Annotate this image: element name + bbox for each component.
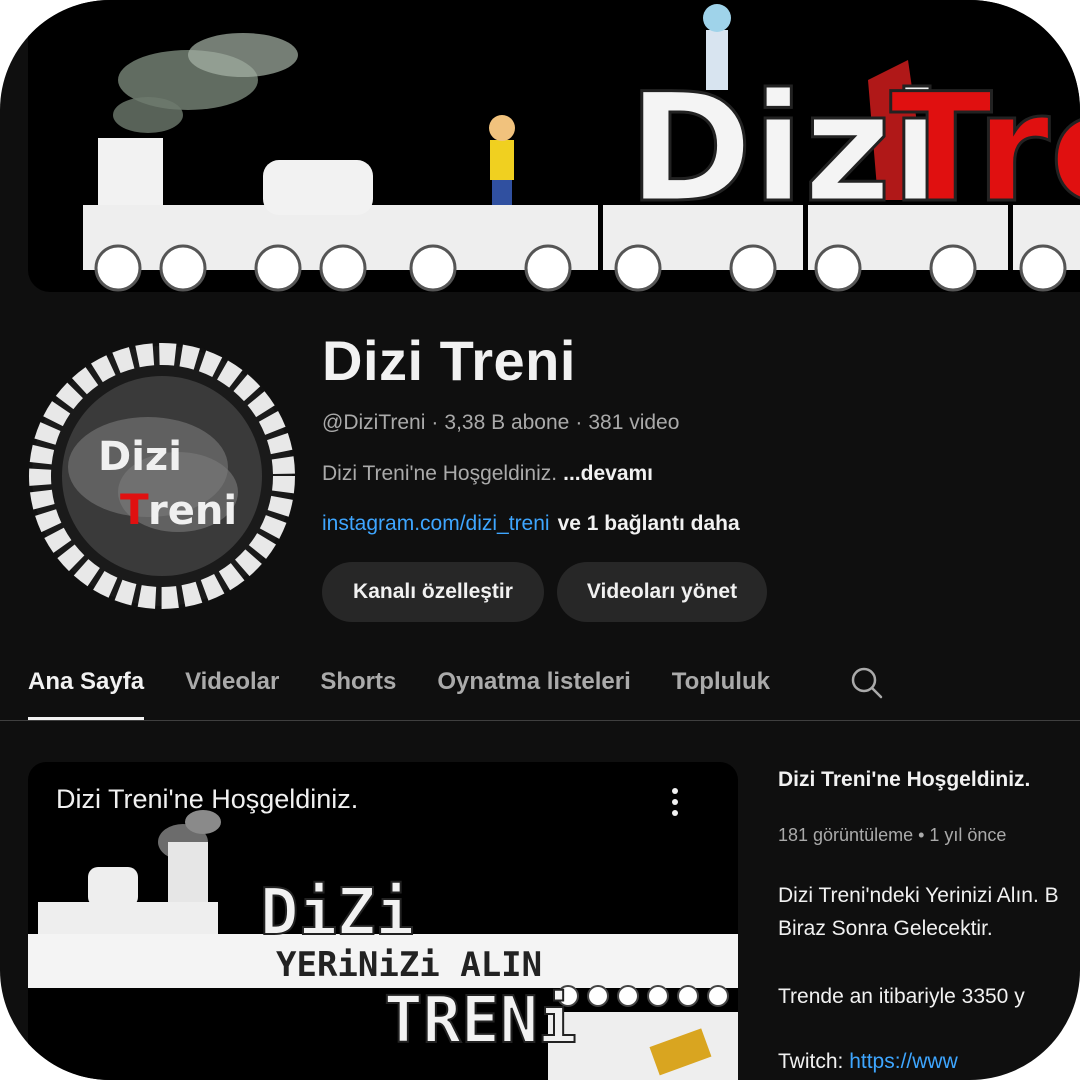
description-text: Dizi Treni'ne Hoşgeldiniz. <box>322 462 558 485</box>
tabs-divider <box>0 720 1080 721</box>
meta-separator: · <box>431 411 439 434</box>
banner-title-tre: Tre <box>890 62 1080 236</box>
twitch-label: Twitch: <box>778 1050 844 1073</box>
channel-description[interactable]: Dizi Treni'ne Hoşgeldiniz. ...devamı <box>322 462 653 486</box>
subscriber-count: 3,38 B abone <box>444 411 570 434</box>
instagram-link[interactable]: instagram.com/dizi_treni <box>322 512 550 535</box>
twitch-link[interactable]: https://www <box>849 1050 958 1073</box>
tab-videos[interactable]: Videolar <box>185 660 279 720</box>
avatar-text-reni: reni <box>148 488 237 534</box>
menu-dot <box>672 788 678 794</box>
channel-handle: @DiziTreni <box>322 411 426 434</box>
tab-playlists[interactable]: Oynatma listeleri <box>437 660 630 720</box>
tab-home[interactable]: Ana Sayfa <box>28 660 145 720</box>
channel-title: Dizi Treni <box>322 329 576 392</box>
channel-meta: @DiziTreni · 3,38 B abone · 381 video <box>322 411 679 435</box>
menu-dot <box>672 799 678 805</box>
more-links-button[interactable]: ve 1 bağlantı daha <box>558 512 740 535</box>
channel-tabs: Ana Sayfa Videolar Shorts Oynatma listel… <box>28 660 811 720</box>
more-vert-icon[interactable] <box>668 782 682 822</box>
meta-separator: · <box>575 411 583 434</box>
featured-video-player[interactable]: DiZi YERiNiZi ALIN TRENi Dizi Treni'ne H… <box>28 762 738 1080</box>
description-more-link[interactable]: ...devamı <box>563 462 653 485</box>
menu-dot <box>672 810 678 816</box>
channel-links: instagram.com/dizi_treni ve 1 bağlantı da… <box>322 512 740 536</box>
video-stats: 181 görüntüleme • 1 yıl önce <box>778 825 1007 845</box>
video-title[interactable]: Dizi Treni'ne Hoşgeldiniz. <box>778 768 1030 792</box>
customize-channel-button[interactable]: Kanalı özelleştir <box>322 562 544 622</box>
thumb-slogan: YERiNiZi ALIN <box>276 945 542 985</box>
channel-banner: Dizi Tre <box>28 0 1080 292</box>
channel-avatar[interactable]: Dizi T reni <box>28 342 296 610</box>
video-description-line: Biraz Sonra Gelecektir. <box>778 917 993 940</box>
avatar-art: Dizi T reni <box>29 343 295 609</box>
avatar-text-dizi: Dizi <box>98 434 182 480</box>
search-icon[interactable] <box>850 666 884 700</box>
player-title[interactable]: Dizi Treni'ne Hoşgeldiniz. <box>56 784 358 815</box>
thumb-word-treni: TRENi <box>384 984 577 1058</box>
video-description-twitch: Twitch: https://www <box>778 1050 958 1074</box>
manage-videos-button[interactable]: Videoları yönet <box>557 562 767 622</box>
avatar-text-t: T <box>120 485 149 534</box>
video-description-line: Dizi Treni'ndeki Yerinizi Alın. B <box>778 884 1059 907</box>
tab-shorts[interactable]: Shorts <box>320 660 396 720</box>
banner-art: Dizi Tre <box>83 4 1080 292</box>
app-frame: Dizi Tre Dizi T reni Dizi Treni @DiziTre… <box>0 0 1080 1080</box>
video-description-line: Trende an itibariyle 3350 y <box>778 985 1025 1008</box>
video-count: 381 video <box>588 411 680 434</box>
tab-community[interactable]: Topluluk <box>672 660 770 720</box>
thumb-word-dizi: DiZi <box>260 876 414 950</box>
